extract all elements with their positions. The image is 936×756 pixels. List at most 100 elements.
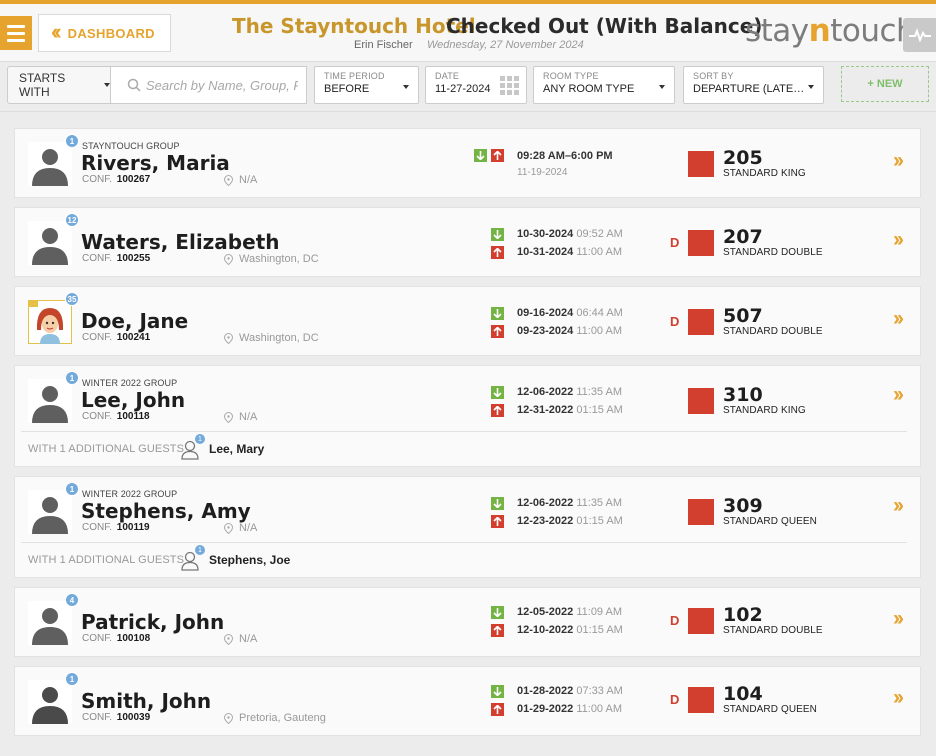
departure-arrow-icon [491, 149, 504, 162]
map-pin-icon [224, 253, 233, 265]
guest-name: Lee, John [81, 388, 186, 412]
room-number: 104 [723, 683, 763, 705]
room-type: STANDARD DOUBLE [723, 326, 823, 337]
group-name: STAYNTOUCH GROUP [82, 141, 180, 151]
room-status-indicator [688, 388, 714, 414]
additional-guest-badge: 1 [195, 545, 205, 555]
double-chevron-right-icon[interactable]: ›› [893, 228, 904, 252]
map-pin-icon [224, 174, 233, 186]
guest-name: Waters, Elizabeth [81, 230, 280, 254]
due-out-flag: D [670, 692, 680, 707]
day-use-time: 09:28 AM–6:00 PM [517, 150, 613, 162]
caret-down-icon [104, 83, 110, 87]
additional-guests-label: WITH 1 ADDITIONAL GUESTS [28, 554, 185, 566]
reservation-card[interactable]: 1 STAYNTOUCH GROUP Rivers, Maria CONF. 1… [14, 128, 921, 198]
reservation-card[interactable]: 1 WINTER 2022 GROUP Stephens, Amy CONF. … [14, 476, 921, 578]
guest-avatar-icon [28, 601, 72, 645]
double-chevron-right-icon[interactable]: ›› [893, 383, 904, 407]
room-number: 207 [723, 226, 763, 248]
confirmation-number: CONF. 100267 [82, 174, 151, 185]
search-box[interactable] [111, 66, 307, 104]
room-number: 309 [723, 495, 763, 517]
due-out-flag: D [670, 314, 680, 329]
divider [21, 431, 907, 432]
header: ‹‹ DASHBOARD The Stayntouch Hotel Checke… [0, 0, 936, 62]
double-chevron-right-icon[interactable]: ›› [893, 149, 904, 173]
guest-name: Rivers, Maria [81, 151, 230, 175]
departure-arrow-icon [491, 246, 504, 259]
departure-datetime: 10-31-2024 11:00 AM [517, 246, 623, 258]
double-chevron-right-icon[interactable]: ›› [893, 686, 904, 710]
guest-avatar-icon [28, 490, 72, 534]
arrival-datetime: 09-16-2024 06:44 AM [517, 307, 623, 319]
reservation-card[interactable]: 12 Waters, Elizabeth CONF. 100255 Washin… [14, 207, 921, 277]
visit-count-badge: 35 [65, 292, 79, 306]
room-status-indicator [688, 608, 714, 634]
confirmation-number: CONF. 100108 [82, 633, 151, 644]
reservation-card[interactable]: 4 Patrick, John CONF. 100108 N/A 12-05-2… [14, 587, 921, 657]
departure-datetime: 12-10-2022 01:15 AM [517, 624, 623, 636]
map-pin-icon [224, 633, 233, 645]
sort-by-select[interactable]: SORT BY DEPARTURE (LATE… [683, 66, 824, 104]
visit-count-badge: 4 [65, 593, 79, 607]
guest-location: Washington, DC [224, 332, 319, 344]
visit-count-badge: 1 [65, 482, 79, 496]
room-type: STANDARD KING [723, 168, 806, 179]
calendar-icon [500, 76, 519, 95]
reservation-card[interactable]: 35 Doe, Jane CONF. 100241 Washington, DC… [14, 286, 921, 356]
double-chevron-right-icon[interactable]: ›› [893, 307, 904, 331]
arrival-datetime: 12-06-2022 11:35 AM [517, 497, 623, 509]
additional-guest-badge: 1 [195, 434, 205, 444]
double-chevron-right-icon[interactable]: ›› [893, 607, 904, 631]
double-chevron-right-icon[interactable]: ›› [893, 494, 904, 518]
departure-arrow-icon [491, 703, 504, 716]
new-reservation-button[interactable]: + NEW [841, 66, 929, 102]
reservation-card[interactable]: 1 WINTER 2022 GROUP Lee, John CONF. 1001… [14, 365, 921, 467]
guest-location: N/A [224, 633, 257, 645]
reservation-card[interactable]: 1 Smith, John CONF. 100039 Pretoria, Gau… [14, 666, 921, 736]
guest-avatar-icon [28, 379, 72, 423]
stayntouch-logo: stayntouch [745, 13, 916, 49]
room-type-select[interactable]: ROOM TYPE ANY ROOM TYPE [533, 66, 675, 104]
arrival-datetime: 12-05-2022 11:09 AM [517, 606, 623, 618]
guest-name: Smith, John [81, 689, 212, 713]
filter-bar: STARTS WITH TIME PERIOD BEFORE DATE 11-2… [0, 62, 936, 112]
guest-avatar-icon [28, 142, 72, 186]
time-period-select[interactable]: TIME PERIOD BEFORE [314, 66, 419, 104]
room-status-indicator [688, 687, 714, 713]
due-out-flag: D [670, 613, 680, 628]
pulse-icon [908, 28, 931, 42]
double-chevron-left-icon: ‹‹ [51, 19, 61, 44]
confirmation-number: CONF. 100255 [82, 253, 151, 264]
departure-arrow-icon [491, 515, 504, 528]
caret-down-icon [659, 85, 665, 89]
guest-location: N/A [224, 174, 257, 186]
additional-guest-name: Stephens, Joe [209, 553, 291, 567]
activity-button[interactable] [903, 18, 936, 52]
search-icon [127, 78, 141, 92]
departure-arrow-icon [491, 325, 504, 338]
room-type: STANDARD KING [723, 405, 806, 416]
room-number: 205 [723, 147, 763, 169]
map-pin-icon [224, 522, 233, 534]
map-pin-icon [224, 712, 233, 724]
additional-guests-label: WITH 1 ADDITIONAL GUESTS [28, 443, 185, 455]
menu-button[interactable] [0, 16, 32, 50]
starts-with-dropdown[interactable]: STARTS WITH [7, 66, 111, 104]
dashboard-button[interactable]: ‹‹ DASHBOARD [38, 14, 171, 52]
hamburger-icon [7, 24, 25, 28]
guest-name: Patrick, John [81, 610, 225, 634]
room-number: 102 [723, 604, 763, 626]
search-input[interactable] [146, 77, 298, 93]
confirmation-number: CONF. 100039 [82, 712, 151, 723]
departure-arrow-icon [491, 404, 504, 417]
confirmation-number: CONF. 100119 [82, 522, 150, 533]
confirmation-number: CONF. 100118 [82, 411, 150, 422]
visit-count-badge: 1 [65, 371, 79, 385]
room-type: STANDARD QUEEN [723, 516, 818, 527]
guest-name: Doe, Jane [81, 309, 189, 333]
map-pin-icon [224, 411, 233, 423]
departure-datetime: 01-29-2022 11:00 AM [517, 703, 623, 715]
room-type: STANDARD DOUBLE [723, 247, 823, 258]
date-picker[interactable]: DATE 11-27-2024 [425, 66, 527, 104]
